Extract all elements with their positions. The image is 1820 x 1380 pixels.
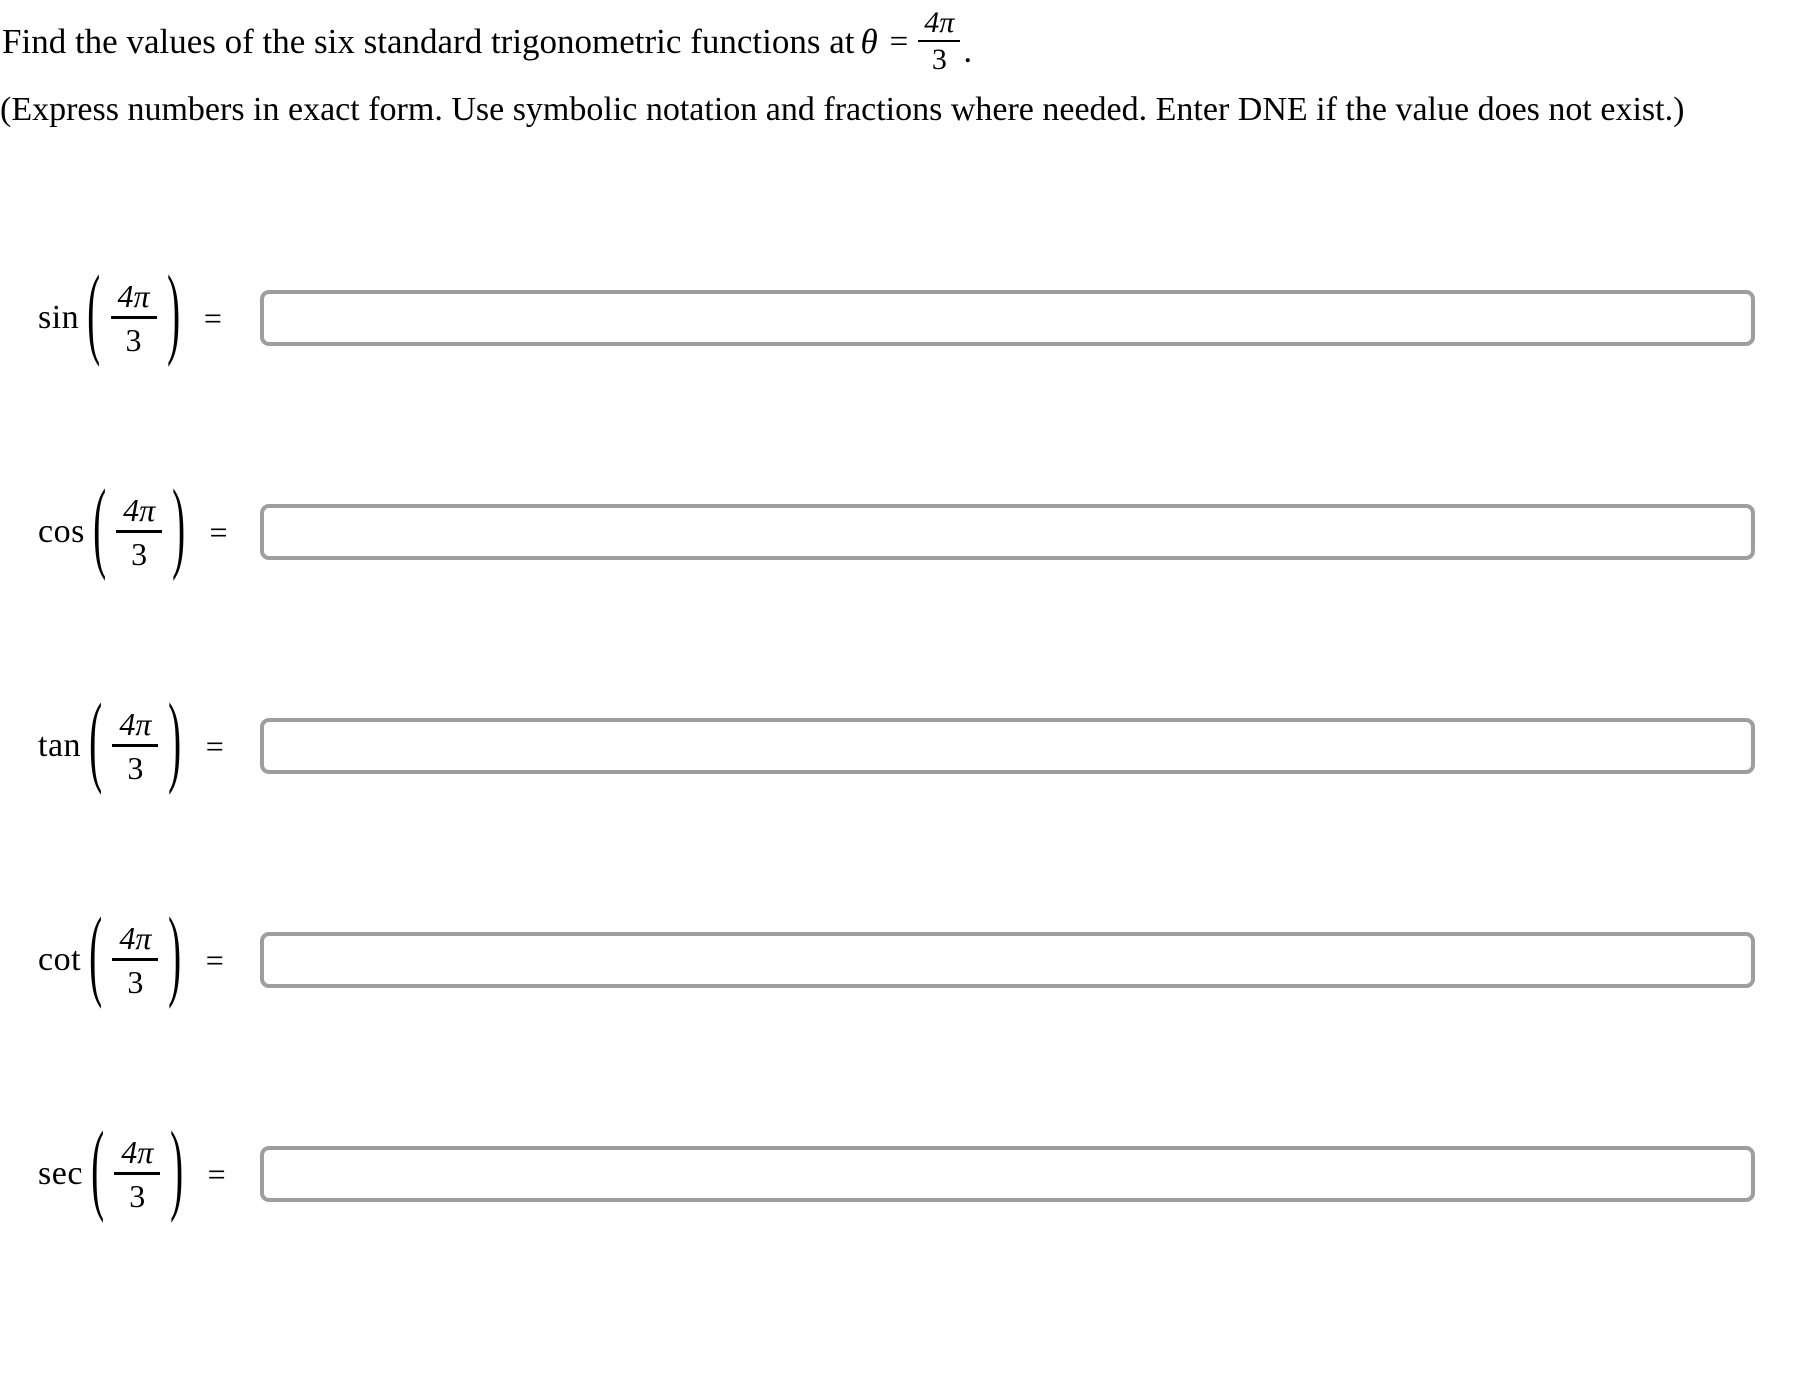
angle-denominator: 3	[127, 964, 144, 1000]
answer-input-tan[interactable]	[260, 718, 1755, 774]
function-name: cot	[38, 941, 82, 978]
expression-cos: cos ( 4π 3 ) =	[38, 472, 228, 592]
close-paren: )	[166, 258, 180, 369]
function-name: tan	[38, 727, 82, 764]
angle-numerator: 4π	[117, 278, 150, 314]
close-paren: )	[168, 686, 182, 797]
answer-input-sec[interactable]	[260, 1146, 1755, 1202]
question-angle-denominator: 3	[931, 43, 947, 76]
close-paren: )	[168, 900, 182, 1011]
row-equals-sign: =	[205, 941, 224, 978]
instruction-text: (Express numbers in exact form. Use symb…	[0, 91, 1685, 128]
close-paren: )	[170, 1114, 184, 1225]
answer-row: cot ( 4π 3 ) =	[0, 900, 1820, 1020]
angle-denominator: 3	[125, 322, 142, 358]
answer-input-cos[interactable]	[260, 504, 1755, 560]
angle-numerator: 4π	[119, 920, 152, 956]
angle-fraction: 4π 3	[112, 706, 159, 786]
angle-numerator: 4π	[123, 492, 156, 528]
row-equals-sign: =	[205, 727, 224, 764]
angle-numerator: 4π	[119, 706, 152, 742]
answer-row: tan ( 4π 3 ) =	[0, 686, 1820, 806]
angle-fraction: 4π 3	[110, 278, 157, 358]
angle-fraction: 4π 3	[114, 1134, 161, 1214]
function-name: cos	[38, 513, 85, 550]
row-equals-sign: =	[203, 299, 222, 336]
expression-sec: sec ( 4π 3 ) =	[38, 1114, 226, 1234]
theta-symbol: θ	[860, 21, 878, 61]
angle-fraction: 4π 3	[112, 920, 159, 1000]
open-paren: (	[89, 900, 103, 1011]
angle-denominator: 3	[127, 750, 144, 786]
question-equals-sign: =	[889, 23, 909, 60]
row-equals-sign: =	[209, 513, 228, 550]
function-name: sec	[38, 1155, 83, 1192]
question-text: Find the values of the six standard trig…	[2, 21, 855, 61]
answer-row: cos ( 4π 3 ) =	[0, 472, 1820, 592]
question-line: Find the values of the six standard trig…	[2, 8, 972, 75]
answer-input-cot[interactable]	[260, 932, 1755, 988]
angle-numerator: 4π	[121, 1134, 154, 1170]
answer-row: sec ( 4π 3 ) =	[0, 1114, 1820, 1234]
expression-cot: cot ( 4π 3 ) =	[38, 900, 224, 1020]
expression-tan: tan ( 4π 3 ) =	[38, 686, 224, 806]
answer-row: sin ( 4π 3 ) =	[0, 258, 1820, 378]
angle-denominator: 3	[131, 536, 148, 572]
function-name: sin	[38, 299, 80, 336]
close-paren: )	[172, 472, 186, 583]
question-period: .	[963, 31, 973, 70]
angle-denominator: 3	[129, 1178, 146, 1214]
expression-sin: sin ( 4π 3 ) =	[38, 258, 222, 378]
answer-input-sin[interactable]	[260, 290, 1755, 346]
question-angle-numerator: 4π	[924, 6, 955, 39]
open-paren: (	[87, 258, 101, 369]
open-paren: (	[89, 686, 103, 797]
open-paren: (	[92, 472, 107, 583]
row-equals-sign: =	[207, 1155, 226, 1192]
angle-fraction: 4π 3	[116, 492, 163, 572]
open-paren: (	[91, 1114, 105, 1225]
question-angle-fraction: 4π 3	[918, 6, 961, 76]
